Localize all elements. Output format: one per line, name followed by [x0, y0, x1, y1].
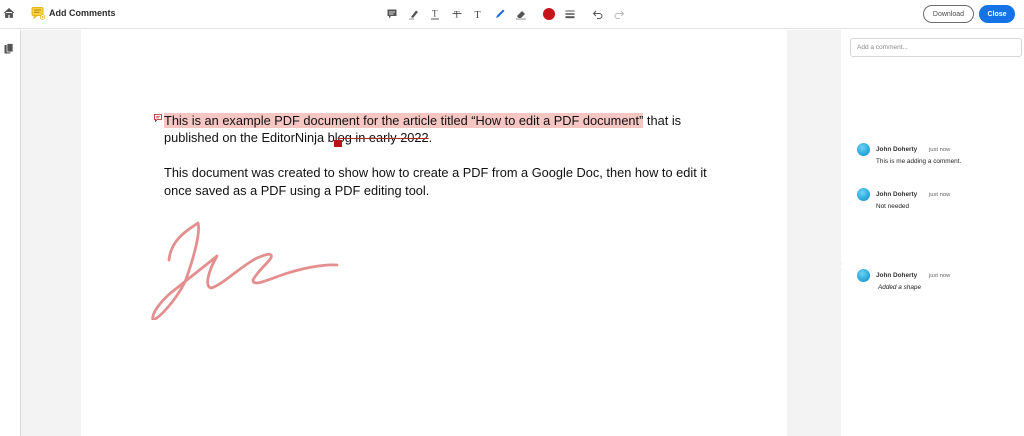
avatar — [857, 188, 870, 201]
download-button[interactable]: Download — [923, 5, 974, 23]
draw-pen-icon[interactable] — [493, 7, 507, 21]
annotation-tools: T T T — [385, 5, 634, 23]
highlight-icon[interactable] — [407, 7, 421, 21]
comment-time: just now — [929, 146, 951, 153]
document-line-4: once saved as a PDF using a PDF editing … — [164, 183, 430, 198]
comments-panel: Add a comment... John Doherty just now T… — [842, 30, 1024, 436]
red-color-swatch — [542, 8, 555, 20]
svg-text:T: T — [432, 9, 438, 19]
page-title: Add Comments — [49, 8, 116, 18]
highlighted-text[interactable]: This is an example PDF document for the … — [164, 113, 644, 128]
comment-marker-icon[interactable] — [154, 114, 162, 122]
avatar — [857, 269, 870, 282]
document-canvas: This is an example PDF document for the … — [21, 30, 841, 436]
add-comment-tool-icon — [31, 7, 45, 20]
svg-text:T: T — [454, 10, 460, 20]
close-button[interactable]: Close — [979, 5, 1015, 23]
sticky-note-icon[interactable] — [385, 7, 399, 21]
comment-author: John Doherty — [876, 272, 918, 279]
comment-author: John Doherty — [876, 191, 918, 198]
undo-icon[interactable] — [591, 7, 605, 21]
comment-time: just now — [929, 191, 951, 198]
line-text: that is — [643, 113, 682, 128]
color-picker[interactable] — [542, 7, 556, 21]
strikethrough-text[interactable]: in early 2022 — [352, 130, 428, 145]
pages-thumbnail-icon[interactable] — [4, 43, 14, 54]
comment-text: Not needed — [876, 203, 910, 210]
redo-icon[interactable] — [612, 7, 626, 21]
document-line-3: This document was created to show how to… — [164, 165, 707, 180]
avatar — [857, 143, 870, 156]
freehand-signature-drawing[interactable] — [149, 208, 339, 320]
line-text: . — [428, 130, 433, 145]
document-line-2: published on the EditorNinja b log in ear… — [164, 130, 433, 147]
document-line-1: This is an example PDF document for the … — [164, 113, 681, 128]
insertion-marker[interactable] — [333, 140, 342, 147]
eraser-icon[interactable] — [514, 7, 528, 21]
add-comment-input[interactable]: Add a comment... — [850, 38, 1022, 57]
underline-text-icon[interactable]: T — [428, 7, 442, 21]
pdf-page: This is an example PDF document for the … — [81, 30, 787, 436]
comment-text: Added a shape — [878, 284, 921, 291]
top-toolbar: Add Comments T T T Download Close — [0, 0, 1024, 29]
line-text: published on the EditorNinja b — [164, 130, 335, 145]
line-weight-icon[interactable] — [563, 7, 577, 21]
add-text-icon[interactable]: T — [471, 7, 485, 21]
left-rail — [0, 30, 21, 436]
comment-time: just now — [929, 272, 951, 279]
strikethrough-text-icon[interactable]: T — [450, 7, 464, 21]
comment-author: John Doherty — [876, 146, 918, 153]
comment-text: This is me adding a comment. — [876, 158, 962, 165]
svg-text:T: T — [475, 10, 481, 20]
home-icon[interactable] — [3, 7, 15, 19]
